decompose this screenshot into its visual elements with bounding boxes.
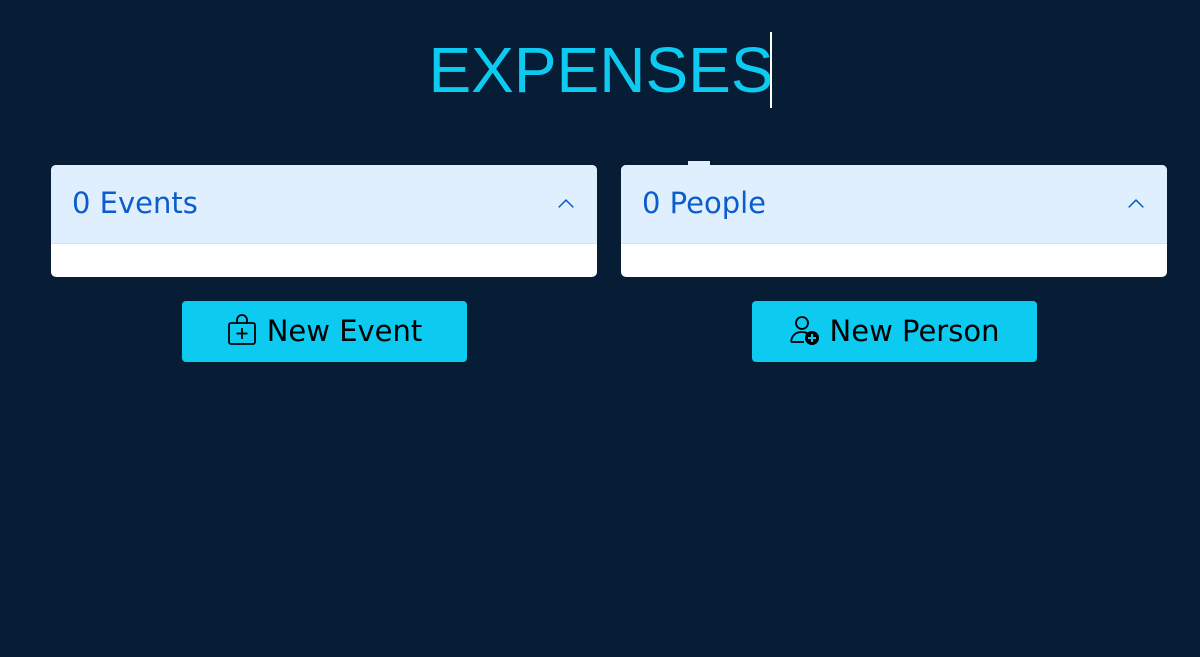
events-panel-header[interactable]: 0 Events (51, 165, 597, 244)
bag-plus-icon (227, 314, 256, 345)
people-panel-header[interactable]: 0 People (621, 165, 1167, 244)
text-cursor (769, 32, 772, 108)
new-event-button[interactable]: New Event (182, 301, 467, 362)
events-count-label: 0 Events (72, 186, 198, 220)
page-title-text[interactable]: EXPENSES (428, 34, 773, 106)
person-add-icon (789, 316, 819, 345)
events-panel: 0 Events (51, 165, 597, 277)
new-person-button[interactable]: New Person (752, 301, 1037, 362)
chevron-up-icon (1128, 198, 1144, 208)
new-event-label: New Event (266, 314, 423, 348)
people-count-label: 0 People (642, 186, 767, 220)
people-panel: 0 People (621, 165, 1167, 277)
chevron-up-icon (558, 198, 574, 208)
page-title[interactable]: EXPENSES (0, 32, 1200, 108)
new-person-label: New Person (829, 314, 1000, 348)
